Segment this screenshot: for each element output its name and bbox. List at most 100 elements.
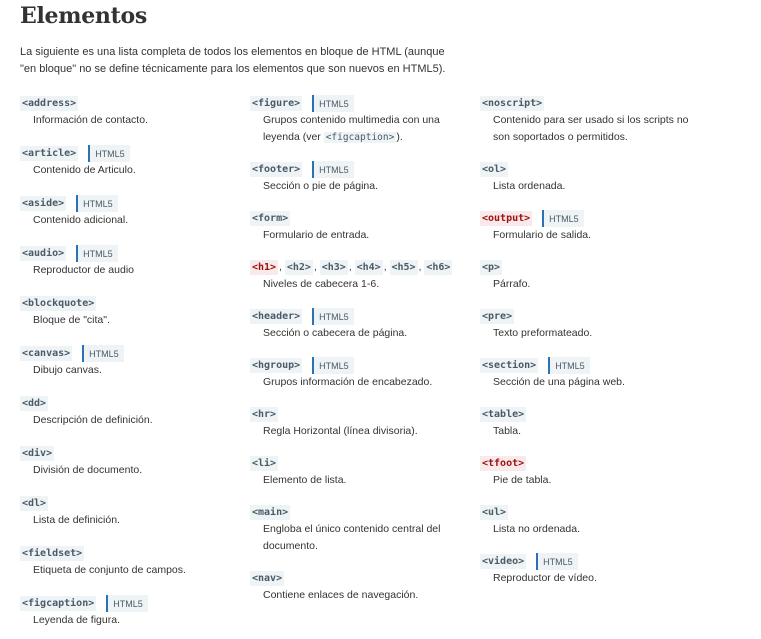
element-entry: <nav> Contiene enlaces de navegación. [250, 570, 460, 604]
html5-badge: HTML5 [312, 161, 354, 178]
element-term: <address> [20, 95, 230, 112]
element-description: Engloba el único contenido central del d… [263, 523, 441, 552]
element-entry: <video> HTML5 Reproductor de vídeo. [480, 553, 700, 587]
element-tag: <section> [480, 358, 539, 373]
column-2: <figure> HTML5 Grupos contenido multimedia… [250, 95, 460, 619]
element-entry: <canvas> HTML5 Dibujo canvas. [20, 345, 230, 380]
element-term: <p> [480, 259, 700, 276]
element-term: <ol> [480, 161, 700, 178]
element-entry: <footer> HTML5 Sección o pie de página. [250, 161, 460, 195]
element-description: Elemento de lista. [263, 474, 347, 486]
element-tag: <pre> [480, 309, 515, 324]
element-tag: <dd> [20, 396, 49, 411]
elements-list: <address> Información de contacto. <articl… [0, 95, 761, 639]
element-entry: <figcaption> HTML5 Leyenda de figura. [20, 595, 230, 630]
html5-badge: HTML5 [536, 553, 578, 570]
element-tag: <dl> [20, 496, 49, 511]
element-term: <tfoot> [480, 455, 700, 472]
element-term: <main> [250, 504, 460, 521]
element-tag: <hgroup> [250, 358, 303, 373]
tag-separator: , [313, 262, 317, 273]
element-entry: <ul> Lista no ordenada. [480, 504, 700, 538]
element-term: <audio> HTML5 [20, 245, 230, 262]
element-term: <figure> HTML5 [250, 95, 460, 112]
element-entry: <figure> HTML5 Grupos contenido multimedia… [250, 95, 460, 146]
element-entry: <tfoot> Pie de tabla. [480, 455, 700, 489]
element-entry: <dl> Lista de definición. [20, 495, 230, 530]
element-entry: <form> Formulario de entrada. [250, 210, 460, 244]
element-tag: <header> [250, 309, 303, 324]
element-description: Tabla. [493, 425, 522, 437]
element-entry: <article> HTML5 Contenido de Articulo. [20, 145, 230, 180]
element-term: <output> HTML5 [480, 210, 700, 227]
element-description: Etiqueta de conjunto de campos. [33, 564, 186, 576]
element-description: Contenido para ser usado si los scripts … [493, 114, 689, 143]
element-tag: <footer> [250, 162, 303, 177]
element-entry: <hgroup> HTML5 Grupos información de encab… [250, 357, 460, 391]
element-entry: <audio> HTML5 Reproductor de audio [20, 245, 230, 280]
element-description: Reproductor de vídeo. [493, 572, 597, 584]
element-tag: <fieldset> [20, 546, 85, 561]
element-term: <canvas> HTML5 [20, 345, 230, 362]
element-tag: <aside> [20, 196, 67, 211]
element-description: Regla Horizontal (línea divisoria). [263, 425, 418, 437]
html5-badge: HTML5 [76, 195, 118, 212]
element-tag: <blockquote> [20, 296, 97, 311]
element-description: Lista ordenada. [493, 180, 566, 192]
element-term: <pre> [480, 308, 700, 325]
element-tag: <article> [20, 146, 79, 161]
element-tag: <main> [250, 505, 291, 520]
element-entry: <table> Tabla. [480, 406, 700, 440]
element-term: <header> HTML5 [250, 308, 460, 325]
element-entry: <ol> Lista ordenada. [480, 161, 700, 195]
element-tag: <li> [250, 456, 279, 471]
element-tag: <hr> [250, 407, 279, 422]
element-term: <li> [250, 455, 460, 472]
html5-badge: HTML5 [106, 595, 148, 612]
element-tag: <h2> [284, 260, 313, 275]
element-term: <ul> [480, 504, 700, 521]
element-entry: <aside> HTML5 Contenido adicional. [20, 195, 230, 230]
element-entry: <dd> Descripción de definición. [20, 395, 230, 430]
element-description: Lista no ordenada. [493, 523, 580, 535]
element-tag: <ul> [480, 505, 509, 520]
element-term: <aside> HTML5 [20, 195, 230, 212]
element-entry: <header> HTML5 Sección o cabecera de págin… [250, 308, 460, 342]
html5-badge: HTML5 [82, 345, 124, 362]
element-entry: <noscript> Contenido para ser usado si lo… [480, 95, 700, 146]
element-term: <section> HTML5 [480, 357, 700, 374]
html5-badge: HTML5 [76, 245, 118, 262]
element-tag: <address> [20, 96, 79, 111]
element-term: <dd> [20, 395, 230, 412]
html5-badge: HTML5 [88, 145, 130, 162]
element-description: Lista de definición. [33, 514, 120, 526]
element-term: <hr> [250, 406, 460, 423]
element-description: Sección de una página web. [493, 376, 625, 388]
html5-badge: HTML5 [312, 95, 354, 112]
element-description: Formulario de salida. [493, 229, 592, 241]
html5-badge: HTML5 [312, 357, 354, 374]
html5-badge: HTML5 [542, 210, 584, 227]
element-description: Formulario de entrada. [263, 229, 370, 241]
page-title: Elementos [20, 3, 147, 29]
element-term: <blockquote> [20, 295, 230, 312]
element-entry: <fieldset> Etiqueta de conjunto de campos… [20, 545, 230, 580]
description-text: ). [396, 131, 403, 143]
tag-separator: , [348, 262, 352, 273]
element-tag: <ol> [480, 162, 509, 177]
html5-badge: HTML5 [548, 357, 590, 374]
element-tag: <div> [20, 446, 55, 461]
element-entry: <blockquote> Bloque de "cita". [20, 295, 230, 330]
element-term: <figcaption> HTML5 [20, 595, 230, 612]
element-description: Sección o pie de página. [263, 180, 379, 192]
element-description: Leyenda de figura. [33, 614, 120, 626]
element-entry: <div> División de documento. [20, 445, 230, 480]
element-entry: <output> HTML5 Formulario de salida. [480, 210, 700, 244]
element-term: <hgroup> HTML5 [250, 357, 460, 374]
element-tag: <h3> [319, 260, 348, 275]
element-tag: <figcaption> [20, 596, 97, 611]
element-entry: <hr> Regla Horizontal (línea divisoria). [250, 406, 460, 440]
element-description: División de documento. [33, 464, 143, 476]
tag-separator: , [418, 262, 422, 273]
element-description: Descripción de definición. [33, 414, 153, 426]
